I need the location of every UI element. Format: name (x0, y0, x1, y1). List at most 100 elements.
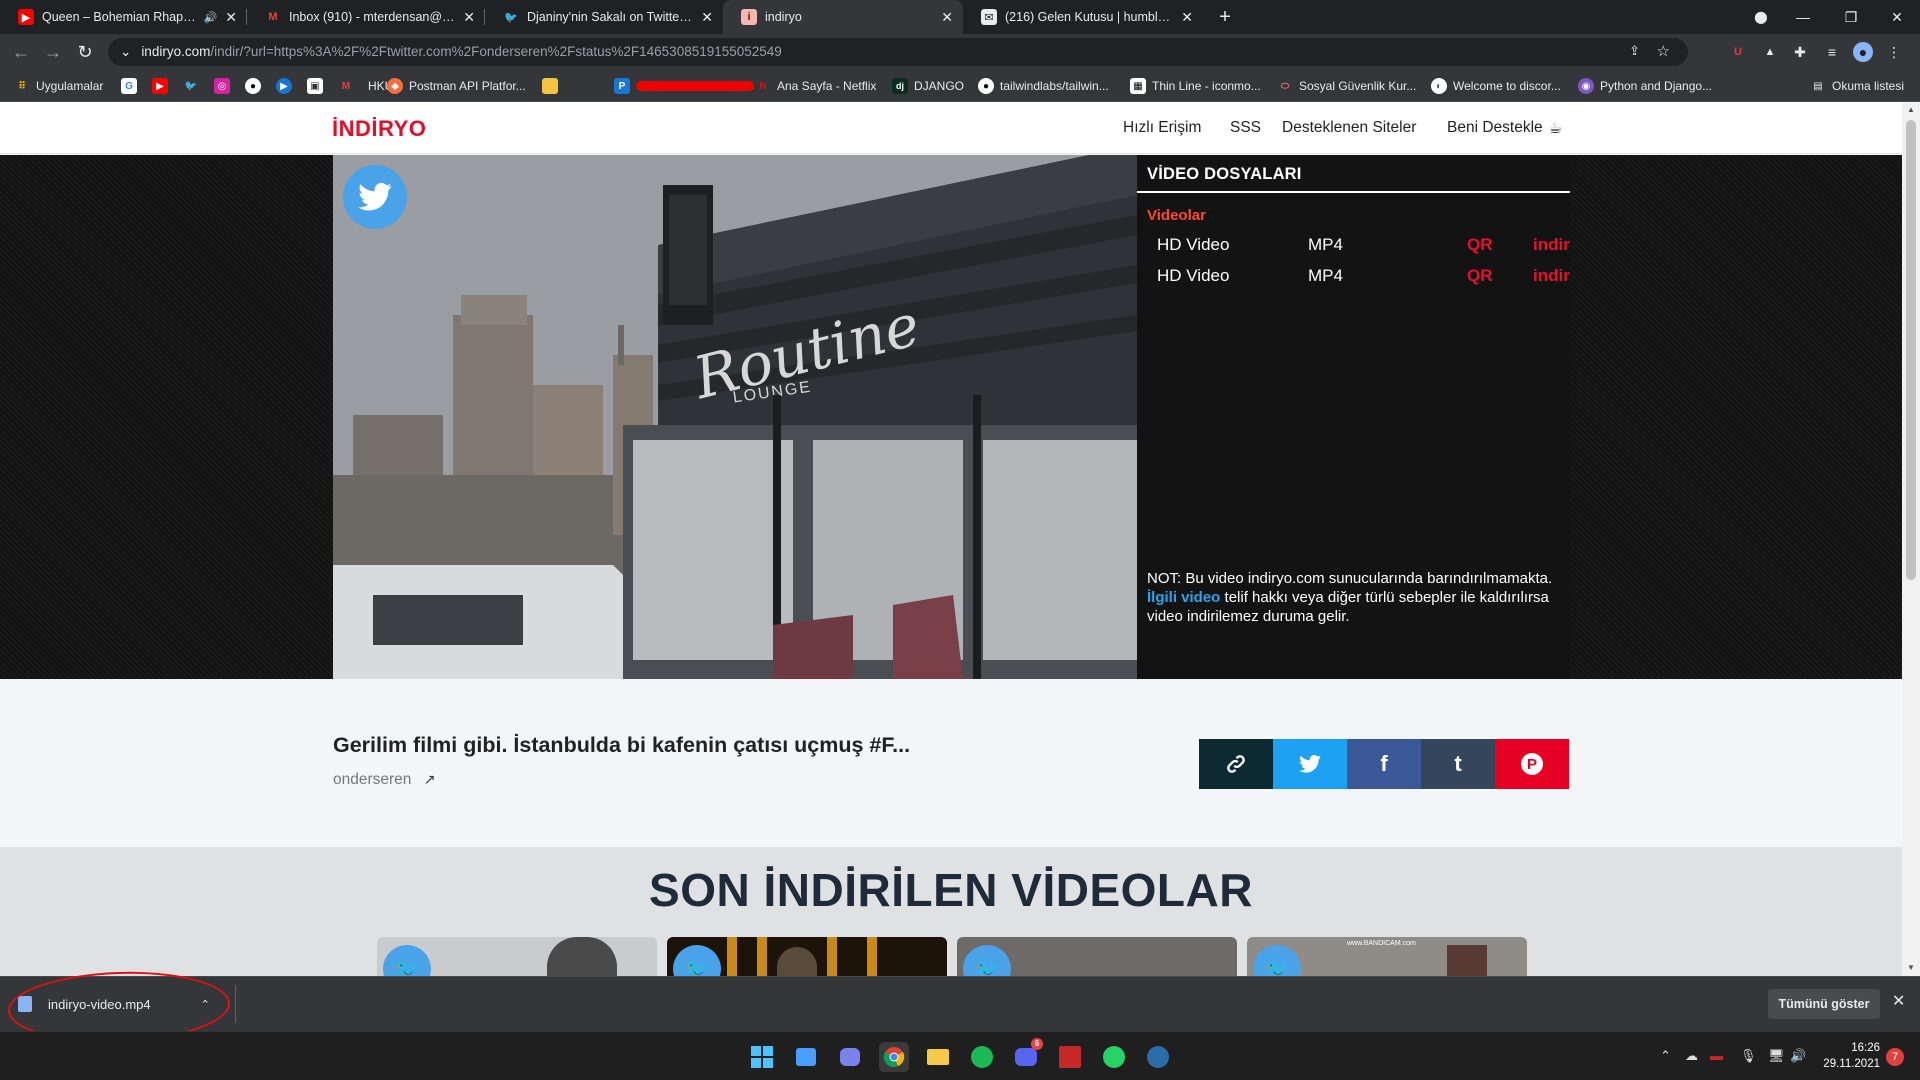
share-twitter-button[interactable] (1273, 739, 1347, 789)
new-tab-button[interactable]: + (1213, 5, 1237, 29)
tab-youtube[interactable]: ▶ Queen – Bohemian Rhapsod 🔊 ✕ (0, 0, 247, 34)
widgets-icon[interactable] (791, 1042, 821, 1072)
bookmark-lock[interactable]: ▣ (307, 77, 329, 95)
recent-video-thumb[interactable]: 🐦 (667, 937, 947, 976)
steam-icon[interactable] (1143, 1042, 1173, 1072)
close-window-button[interactable]: ✕ (1874, 0, 1920, 34)
qr-link[interactable]: QR (1467, 266, 1493, 286)
tab-mail[interactable]: ✉ (216) Gelen Kutusu | humbldump ✕ (963, 0, 1203, 34)
site-info-icon[interactable]: ⌄ (120, 44, 131, 59)
page-scrollbar[interactable]: ▲ ▼ (1902, 102, 1920, 976)
google-icon: G (121, 78, 137, 94)
share-tumblr-button[interactable]: t (1421, 739, 1495, 789)
download-link[interactable]: indir (1533, 266, 1570, 286)
bookmark-star-icon[interactable]: ☆ (1657, 42, 1670, 60)
tray-overflow-icon[interactable]: ⌃ (1660, 1048, 1671, 1064)
related-video-link[interactable]: İlgili video (1147, 589, 1220, 606)
spotify-icon[interactable] (967, 1042, 997, 1072)
video-player[interactable]: Routine LOUNGE (333, 155, 1137, 679)
chrome-menu-icon[interactable]: ⋮ (1884, 42, 1904, 62)
bookmark-redacted[interactable]: P (614, 77, 754, 95)
discord-icon[interactable]: 6 (1011, 1038, 1043, 1072)
close-tab-icon[interactable]: ✕ (225, 9, 237, 26)
bookmark-gmail[interactable]: M (338, 77, 360, 95)
scroll-down-arrow[interactable]: ▼ (1902, 960, 1920, 976)
discord-badge: 6 (1031, 1038, 1043, 1050)
show-all-downloads-button[interactable]: Tümünü göster (1768, 989, 1880, 1019)
voicemeeter-icon[interactable] (1055, 1042, 1085, 1072)
notification-badge[interactable]: 7 (1886, 1048, 1904, 1066)
back-button[interactable]: ← (8, 40, 34, 64)
close-tab-icon[interactable]: ✕ (1181, 9, 1193, 26)
youtube-icon: ▶ (152, 78, 168, 94)
watermark-text: www.BANDICAM.com (1347, 940, 1416, 947)
whatsapp-icon[interactable] (1099, 1042, 1129, 1072)
profile-avatar[interactable]: ● (1853, 42, 1873, 62)
extension-a-icon[interactable]: ▲ (1760, 42, 1780, 62)
bookmark-apps[interactable]: ⠿ Uygulamalar (14, 77, 103, 95)
microphone-icon[interactable]: 🎙 (1740, 1048, 1757, 1064)
bookmark-sgk[interactable]: ⬭ Sosyal Güvenlik Kur... (1277, 77, 1417, 95)
bookmark-play[interactable]: ▶ (276, 77, 298, 95)
recent-video-thumb[interactable]: 🐦 (377, 937, 657, 976)
close-shelf-icon[interactable]: ✕ (1892, 991, 1905, 1011)
tab-gmail[interactable]: M Inbox (910) - mterdensan@gmai ✕ (247, 0, 485, 34)
tab-indiryo[interactable]: i indiryo ✕ (723, 0, 963, 34)
onedrive-icon[interactable]: ☁ (1685, 1048, 1698, 1064)
bookmark-django[interactable]: dj DJANGO (892, 77, 964, 95)
chrome-taskbar-icon[interactable] (879, 1042, 909, 1072)
bookmark-twitter[interactable]: 🐦 (183, 77, 205, 95)
bookmark-python-django[interactable]: ◉ Python and Django... (1578, 77, 1712, 95)
extension-ublock-icon[interactable]: U (1728, 42, 1748, 62)
network-icon[interactable]: 🖥 (1768, 1048, 1785, 1064)
site-logo[interactable]: İNDİRYO (332, 116, 426, 142)
start-button[interactable] (747, 1042, 777, 1072)
bookmark-youtube[interactable]: ▶ (152, 77, 174, 95)
close-tab-icon[interactable]: ✕ (941, 9, 953, 26)
system-clock[interactable]: 16:26 29.11.2021 (1810, 1040, 1880, 1072)
file-quality: HD Video (1157, 235, 1230, 254)
nav-quick-access[interactable]: Hızlı Erişim (1123, 119, 1201, 137)
tab-twitter[interactable]: 🐦 Djaniny'nin Sakalı on Twitter: "@ ✕ (485, 0, 723, 34)
close-tab-icon[interactable]: ✕ (701, 9, 713, 26)
audio-icon[interactable]: 🔊 (204, 11, 218, 24)
bookmark-folder[interactable] (542, 77, 564, 95)
tab-search-icon[interactable]: ⬤ (1738, 0, 1784, 34)
address-bar[interactable]: ⌄ indiryo.com/indir/?url=https%3A%2F%2Ftw… (108, 38, 1688, 66)
tab-title: indiryo (765, 10, 802, 24)
reading-list-icon[interactable]: ≡ (1822, 42, 1842, 62)
share-icon[interactable]: ⇪ (1629, 43, 1640, 59)
reload-button[interactable]: ↻ (72, 40, 98, 64)
recent-video-thumb[interactable]: 🐦 (957, 937, 1237, 976)
close-tab-icon[interactable]: ✕ (463, 9, 475, 26)
bookmark-instagram[interactable]: ◎ (214, 77, 236, 95)
bookmark-github[interactable]: ● (245, 77, 267, 95)
forward-button[interactable]: → (40, 40, 66, 64)
bookmark-netflix[interactable]: N Ana Sayfa - Netflix (755, 77, 876, 95)
volume-icon[interactable]: 🔊 (1790, 1048, 1806, 1064)
nav-support-me[interactable]: Beni Destekle ☕ (1447, 119, 1562, 137)
recent-video-thumb[interactable]: www.BANDICAM.com 🐦 (1247, 937, 1527, 976)
voicemeeter-tray-icon[interactable]: ▬ (1710, 1048, 1723, 1063)
bookmark-google[interactable]: G (121, 77, 143, 95)
nav-supported-sites[interactable]: Desteklenen Siteler (1282, 119, 1416, 137)
copy-link-button[interactable] (1199, 739, 1273, 789)
share-pinterest-button[interactable]: P (1495, 739, 1569, 789)
bookmark-tailwind[interactable]: ● tailwindlabs/tailwin... (978, 77, 1109, 95)
video-author[interactable]: onderseren ↗ (333, 771, 435, 789)
extensions-puzzle-icon[interactable]: ✚ (1790, 42, 1810, 62)
bookmark-discord[interactable]: ◐ Welcome to discor... (1431, 77, 1561, 95)
scroll-thumb[interactable] (1906, 120, 1916, 580)
bookmark-thinline[interactable]: ▦ Thin Line - iconmo... (1130, 77, 1261, 95)
download-link[interactable]: indir (1533, 235, 1570, 255)
reading-list-button[interactable]: ▤ Okuma listesi (1810, 77, 1904, 95)
bookmark-postman[interactable]: ◆ Postman API Platfor... (387, 77, 526, 95)
scroll-up-arrow[interactable]: ▲ (1902, 102, 1920, 118)
minimize-button[interactable]: — (1780, 0, 1826, 34)
file-explorer-icon[interactable] (923, 1042, 953, 1072)
share-facebook-button[interactable]: f (1347, 739, 1421, 789)
teams-chat-icon[interactable] (835, 1042, 865, 1072)
nav-faq[interactable]: SSS (1230, 119, 1261, 137)
restore-button[interactable]: ❐ (1828, 0, 1874, 34)
qr-link[interactable]: QR (1467, 235, 1493, 255)
